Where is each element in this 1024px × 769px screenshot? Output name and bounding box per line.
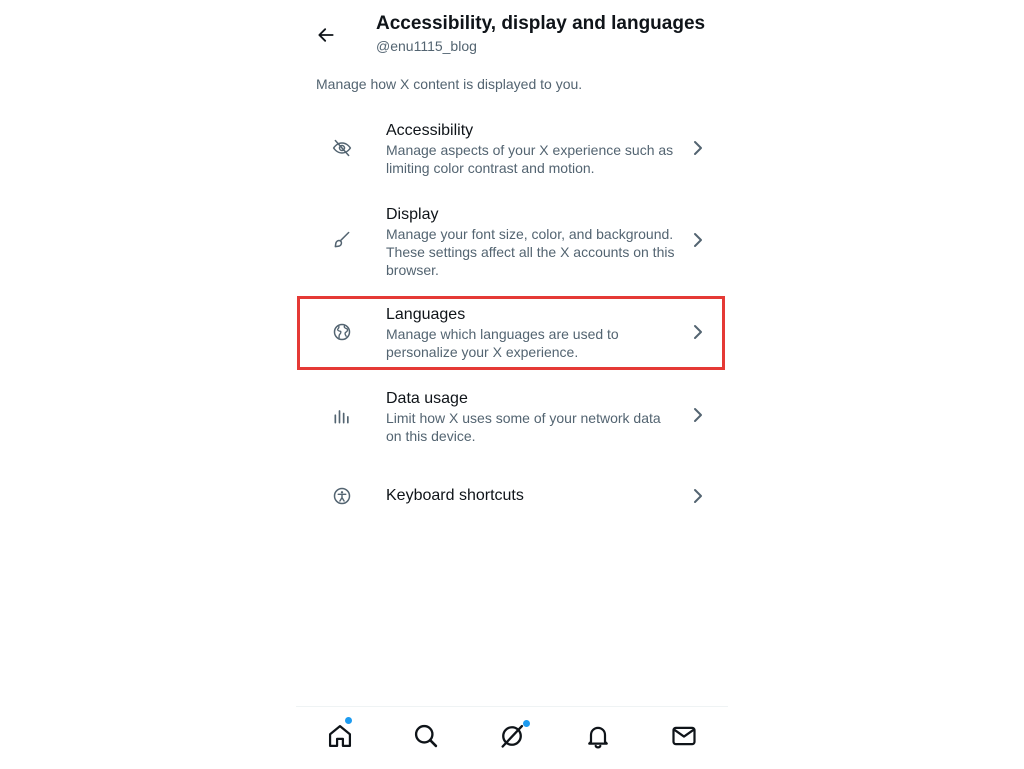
chevron-right-icon bbox=[690, 232, 706, 248]
page-title: Accessibility, display and languages bbox=[376, 13, 706, 34]
grok-icon bbox=[501, 724, 524, 748]
settings-item-data-usage[interactable]: Data usage Limit how X uses some of your… bbox=[296, 386, 728, 448]
settings-item-description: Limit how X uses some of your network da… bbox=[386, 410, 661, 444]
bell-icon bbox=[588, 726, 608, 749]
settings-item-label: Display bbox=[386, 206, 439, 223]
notification-dot bbox=[345, 717, 352, 724]
back-button[interactable] bbox=[308, 17, 344, 53]
search-icon bbox=[414, 724, 438, 748]
chevron-right-icon bbox=[690, 324, 706, 340]
settings-column: Accessibility, display and languages @en… bbox=[296, 0, 728, 768]
settings-item-description: Manage your font size, color, and backgr… bbox=[386, 226, 675, 278]
intro-text: Manage how X content is displayed to you… bbox=[316, 76, 583, 92]
settings-item-keyboard-shortcuts[interactable]: Keyboard shortcuts bbox=[296, 474, 728, 518]
settings-item-label: Accessibility bbox=[386, 122, 474, 139]
account-handle: @enu1115_blog bbox=[376, 38, 477, 54]
nav-search-button[interactable] bbox=[411, 721, 441, 751]
settings-item-label: Keyboard shortcuts bbox=[386, 487, 524, 504]
settings-item-label: Data usage bbox=[386, 390, 468, 407]
globe-icon bbox=[332, 322, 352, 342]
brush-icon bbox=[332, 230, 352, 250]
nav-grok-button[interactable] bbox=[497, 720, 530, 751]
header: Accessibility, display and languages @en… bbox=[296, 0, 728, 64]
settings-item-accessibility[interactable]: Accessibility Manage aspects of your X e… bbox=[296, 118, 728, 182]
eye-off-icon bbox=[332, 138, 352, 158]
bar-chart-icon bbox=[332, 406, 352, 426]
accessibility-person-icon bbox=[332, 486, 352, 506]
chevron-right-icon bbox=[690, 140, 706, 156]
chevron-right-icon bbox=[690, 407, 706, 423]
settings-item-description: Manage which languages are used to perso… bbox=[386, 326, 619, 360]
settings-item-label: Languages bbox=[386, 306, 466, 323]
mail-icon bbox=[672, 726, 696, 746]
bottom-nav bbox=[296, 706, 728, 769]
nav-notifications-button[interactable] bbox=[583, 721, 613, 751]
home-icon bbox=[328, 724, 352, 748]
chevron-right-icon bbox=[690, 488, 706, 504]
nav-messages-button[interactable] bbox=[669, 721, 699, 751]
settings-item-languages[interactable]: Languages Manage which languages are use… bbox=[296, 302, 728, 364]
arrow-left-icon bbox=[318, 28, 334, 42]
notification-dot bbox=[523, 720, 530, 727]
settings-item-display[interactable]: Display Manage your font size, color, an… bbox=[296, 202, 728, 282]
nav-home-button[interactable] bbox=[325, 717, 355, 751]
settings-item-description: Manage aspects of your X experience such… bbox=[386, 142, 674, 176]
